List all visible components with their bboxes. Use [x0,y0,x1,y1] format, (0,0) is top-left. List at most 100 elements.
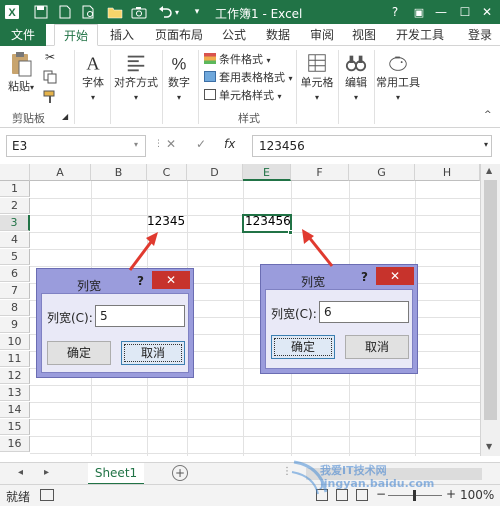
row-header-11[interactable]: 11 [0,351,30,367]
column-header-f[interactable]: F [291,164,349,181]
copy-icon[interactable] [42,70,58,87]
sheet-tab-sheet1[interactable]: Sheet1 [88,463,144,485]
zoom-level[interactable]: 100% [460,488,494,502]
undo-dropdown-icon[interactable]: ▾ [172,3,182,21]
row-header-6[interactable]: 6 [0,266,30,282]
cut-icon[interactable]: ✂ [42,50,58,64]
format-painter-icon[interactable] [42,90,58,107]
close-button[interactable]: ✕ [152,271,190,289]
new-document-icon[interactable] [56,3,74,21]
column-header-b[interactable]: B [91,164,147,181]
number-button[interactable]: % 数字 ▾ [164,52,194,103]
paste-button[interactable]: 粘贴▾ [6,50,36,94]
select-all-corner[interactable] [0,164,30,181]
column-header-d[interactable]: D [187,164,243,181]
scroll-down-icon[interactable]: ▼ [486,442,492,451]
row-header-16[interactable]: 16 [0,436,30,452]
row-header-14[interactable]: 14 [0,402,30,418]
help-icon[interactable]: ? [384,2,406,22]
customize-toolbar-icon[interactable]: ▾ [188,3,206,21]
row-header-5[interactable]: 5 [0,249,30,265]
tab-formulas[interactable]: 公式 [216,24,252,46]
tab-split-grip-icon[interactable]: ⋮ [282,466,292,477]
save-icon[interactable] [32,3,50,21]
row-header-13[interactable]: 13 [0,385,30,401]
insert-function-icon[interactable]: fx [224,137,235,151]
alignment-button[interactable]: 对齐方式 ▾ [112,52,160,103]
row-header-2[interactable]: 2 [0,198,30,214]
row-header-4[interactable]: 4 [0,232,30,248]
add-sheet-icon[interactable]: + [172,465,188,481]
tab-home[interactable]: 开始 [54,24,98,46]
tab-file[interactable]: 文件 [0,24,46,46]
macro-record-icon[interactable] [40,489,54,501]
maximize-icon[interactable]: ☐ [454,2,476,22]
prev-sheet-icon[interactable]: ◂ [18,467,23,478]
cancel-button[interactable]: 取消 [345,335,409,359]
formula-input[interactable]: 123456 [252,135,492,157]
scroll-up-icon[interactable]: ▲ [486,166,492,175]
print-preview-icon[interactable] [80,3,98,21]
column-header-e[interactable]: E [243,164,291,181]
zoom-in-icon[interactable]: + [446,487,456,501]
tab-review[interactable]: 审阅 [304,24,340,46]
name-box[interactable]: E3 [6,135,146,157]
row-header-10[interactable]: 10 [0,334,30,350]
column-header-g[interactable]: G [349,164,415,181]
font-button[interactable]: A 字体 ▾ [78,52,108,103]
camera-icon[interactable] [130,3,148,21]
cell-e3[interactable]: 123456 [245,214,291,228]
row-header-1[interactable]: 1 [0,181,30,197]
close-icon[interactable]: ✕ [476,2,498,22]
help-icon[interactable]: ? [137,274,144,288]
tab-developer[interactable]: 开发工具 [390,24,450,46]
cell-styles-button[interactable]: 单元格样式 ▾ [204,86,282,106]
minimize-icon[interactable]: — [430,2,452,22]
fill-handle[interactable] [288,230,293,235]
row-header-9[interactable]: 9 [0,317,30,333]
enter-icon[interactable]: ✓ [196,137,206,151]
name-box-dropdown-icon[interactable]: ▾ [134,140,138,149]
open-folder-icon[interactable] [106,3,124,21]
cells-button[interactable]: 单元格 ▾ [300,52,334,103]
close-button[interactable]: ✕ [376,267,414,285]
row-header-12[interactable]: 12 [0,368,30,384]
page-break-view-icon[interactable] [356,489,368,501]
scroll-thumb[interactable] [484,180,497,420]
column-header-h[interactable]: H [415,164,480,181]
ribbon-display-icon[interactable]: ▣ [408,2,430,22]
tab-insert[interactable]: 插入 [102,24,142,46]
editing-button[interactable]: 编辑 ▾ [342,52,370,103]
normal-view-icon[interactable] [316,489,328,501]
help-icon[interactable]: ? [361,270,368,284]
tab-page-layout[interactable]: 页面布局 [148,24,210,46]
tab-view[interactable]: 视图 [346,24,382,46]
collapse-ribbon-icon[interactable]: ^ [484,110,492,120]
next-sheet-icon[interactable]: ▸ [44,467,49,478]
page-layout-view-icon[interactable] [336,489,348,501]
column-header-a[interactable]: A [30,164,91,181]
cancel-icon[interactable]: ✕ [166,137,176,151]
cell-c3[interactable]: 12345 [147,214,185,228]
login-link[interactable]: 登录 [468,24,492,46]
row-header-7[interactable]: 7 [0,283,30,299]
format-as-table-button[interactable]: 套用表格格式 ▾ [204,68,293,88]
row-header-3[interactable]: 3 [0,215,30,231]
tab-data[interactable]: 数据 [260,24,296,46]
vertical-scrollbar[interactable]: ▲ ▼ [480,164,500,456]
conditional-format-button[interactable]: 条件格式 ▾ [204,50,271,70]
column-header-c[interactable]: C [147,164,187,181]
common-tools-button[interactable]: 常用工具 ▾ [376,52,420,103]
horizontal-scrollbar[interactable] [306,468,482,480]
ok-button[interactable]: 确定 [47,341,111,365]
column-width-input[interactable]: 5 [95,305,185,327]
ok-button[interactable]: 确定 [271,335,335,359]
row-header-15[interactable]: 15 [0,419,30,435]
column-width-input[interactable]: 6 [319,301,409,323]
zoom-out-icon[interactable]: − [376,487,386,501]
dialog-launcher-icon[interactable]: ◢ [62,112,68,121]
zoom-slider-thumb[interactable] [413,490,416,501]
row-header-8[interactable]: 8 [0,300,30,316]
expand-formula-bar-icon[interactable]: ▾ [484,140,488,149]
cancel-button[interactable]: 取消 [121,341,185,365]
